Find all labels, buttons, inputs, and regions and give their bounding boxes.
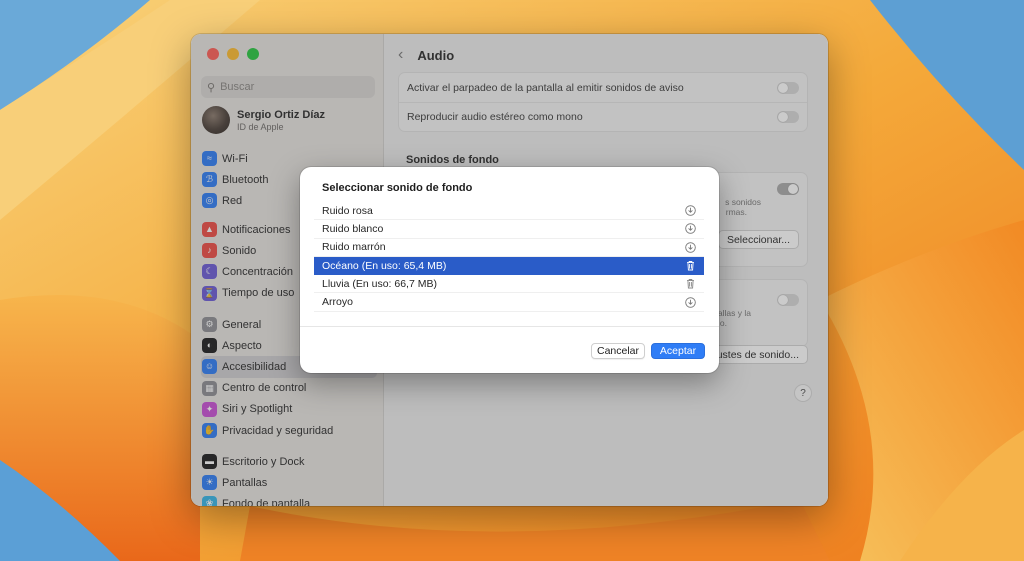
background-sound-dialog: Seleccionar sonido de fondo Ruido rosa R… (300, 167, 719, 373)
sound-item-label: Océano (En uso: 65,4 MB) (322, 259, 447, 272)
sound-item-ruido-marron[interactable]: Ruido marrón (314, 239, 704, 257)
trash-icon[interactable] (684, 260, 696, 272)
dialog-divider (300, 326, 719, 327)
download-icon[interactable] (684, 205, 696, 217)
sound-item-ruido-rosa[interactable]: Ruido rosa (314, 202, 704, 221)
sound-item-arroyo[interactable]: Arroyo (314, 293, 704, 312)
accept-button[interactable]: Aceptar (651, 343, 705, 359)
download-icon[interactable] (684, 241, 696, 253)
sound-item-ruido-blanco[interactable]: Ruido blanco (314, 220, 704, 239)
trash-icon[interactable] (684, 278, 696, 290)
sound-list: Ruido rosa Ruido blanco Ruido marrón Océ… (314, 202, 704, 312)
dialog-title: Seleccionar sonido de fondo (322, 182, 473, 194)
sound-item-label: Ruido rosa (322, 204, 373, 217)
sound-item-lluvia[interactable]: Lluvia (En uso: 66,7 MB) (314, 275, 704, 294)
sound-item-label: Ruido blanco (322, 222, 384, 235)
sound-item-label: Ruido marrón (322, 241, 386, 254)
sound-item-oceano[interactable]: Océano (En uso: 65,4 MB) (314, 256, 704, 276)
sound-item-label: Lluvia (En uso: 66,7 MB) (322, 277, 437, 290)
cancel-button[interactable]: Cancelar (591, 343, 645, 359)
sound-item-label: Arroyo (322, 296, 353, 309)
download-icon[interactable] (684, 223, 696, 235)
download-icon[interactable] (684, 296, 696, 308)
